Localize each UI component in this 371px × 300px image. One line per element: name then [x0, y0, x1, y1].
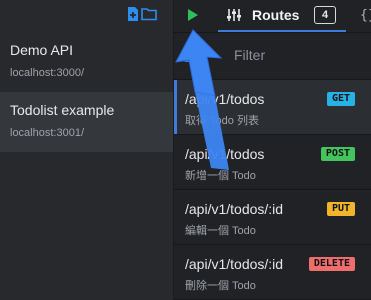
play-icon[interactable]: [186, 8, 200, 22]
environment-item[interactable]: Demo API localhost:3000/: [0, 32, 173, 92]
route-item[interactable]: /api/v1/todos/:id 刪除一個 Todo DELETE: [174, 245, 371, 300]
app-window: Demo API localhost:3000/ Todolist exampl…: [0, 0, 371, 300]
environment-settings-tab-icon[interactable]: {}: [360, 8, 371, 23]
routes-count-badge: 4: [314, 6, 336, 24]
method-badge-get: GET: [326, 92, 355, 106]
environment-name: Demo API: [10, 42, 74, 58]
environment-host: localhost:3000/: [10, 67, 84, 79]
route-path: /api/v1/todos: [185, 146, 265, 162]
route-description: 編輯一個 Todo: [185, 225, 256, 237]
method-badge-delete: DELETE: [308, 257, 355, 271]
environment-host: localhost:3001/: [10, 127, 84, 139]
method-badge-post: POST: [320, 147, 355, 161]
open-folder-icon[interactable]: [141, 6, 157, 22]
route-path: /api/v1/todos/:id: [185, 256, 284, 272]
route-description: 新增一個 Todo: [185, 170, 256, 182]
route-description: 刪除一個 Todo: [185, 280, 256, 292]
route-item[interactable]: /api/v1/todos 取得 Todo 列表 GET: [174, 80, 371, 135]
new-environment-icon[interactable]: [125, 6, 141, 22]
filter-bar: [174, 33, 371, 80]
environment-item-active[interactable]: Todolist example localhost:3001/: [0, 92, 173, 152]
filter-toggle[interactable]: [183, 48, 197, 62]
header-bar: Routes 4 {}: [174, 0, 371, 33]
environment-name: Todolist example: [10, 102, 115, 118]
environments-sidebar: Demo API localhost:3000/ Todolist exampl…: [0, 0, 174, 300]
route-path: /api/v1/todos/:id: [185, 201, 284, 217]
tab-routes-label: Routes: [252, 7, 300, 23]
sidebar-toolbar: [0, 0, 173, 30]
route-description: 取得 Todo 列表: [185, 115, 259, 127]
tab-routes[interactable]: Routes 4: [218, 0, 346, 32]
filter-input[interactable]: [234, 43, 364, 67]
routes-icon: [226, 7, 242, 23]
route-item[interactable]: /api/v1/todos/:id 編輯一個 Todo PUT: [174, 190, 371, 245]
method-badge-put: PUT: [326, 202, 355, 216]
route-path: /api/v1/todos: [185, 91, 265, 107]
main-panel: Routes 4 {} /api/v1/todos 取得 Todo 列表 GET…: [174, 0, 371, 300]
route-item[interactable]: /api/v1/todos 新增一個 Todo POST: [174, 135, 371, 190]
